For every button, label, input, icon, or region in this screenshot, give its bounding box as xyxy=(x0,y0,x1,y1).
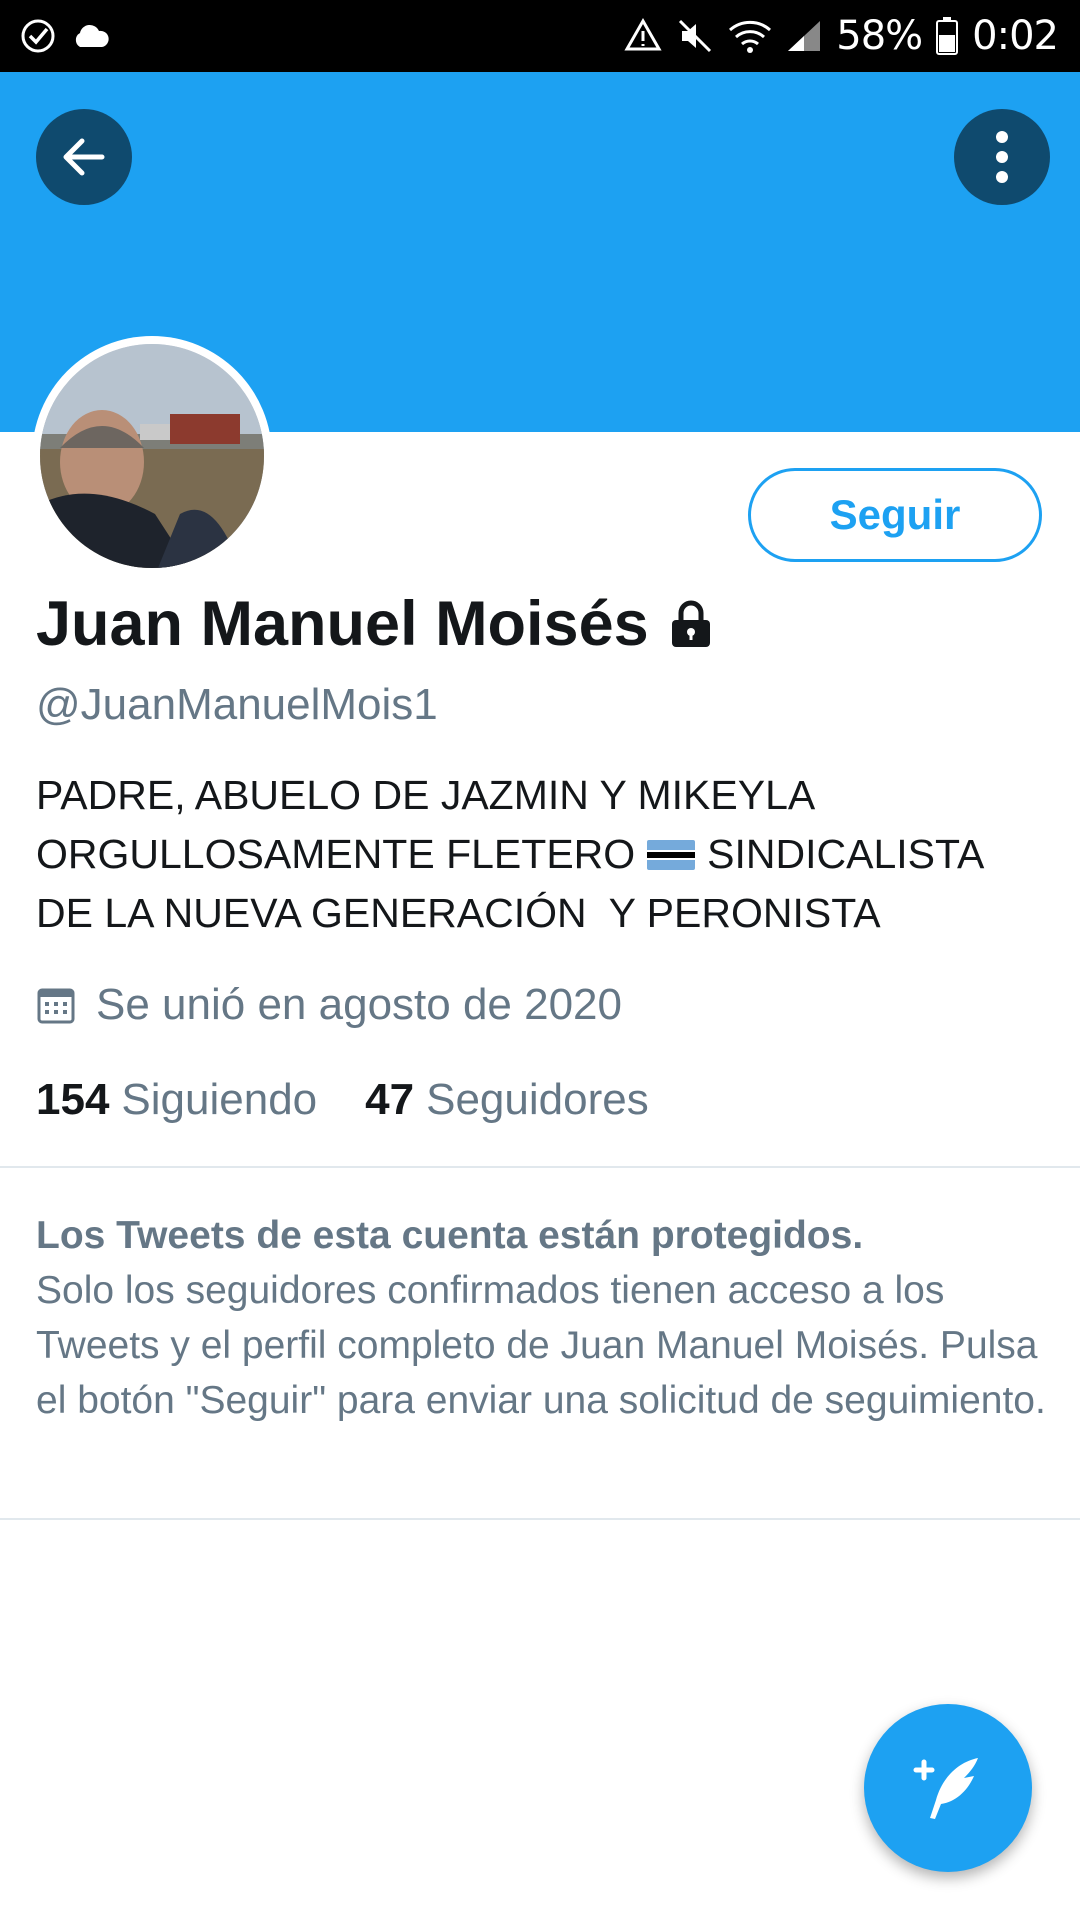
followers-label: Seguidores xyxy=(426,1075,649,1124)
protected-notice-title: Los Tweets de esta cuenta están protegid… xyxy=(36,1214,864,1257)
avatar[interactable] xyxy=(32,336,272,576)
battery-percent: 58% xyxy=(836,13,923,59)
wifi-icon xyxy=(729,20,772,53)
status-bar-left xyxy=(20,18,110,54)
lock-icon xyxy=(671,600,710,647)
arrow-left-icon xyxy=(63,138,105,176)
bio-line: PADRE, ABUELO DE JAZMIN Y MIKEYLA xyxy=(36,772,816,818)
following-label: Siguiendo xyxy=(121,1075,318,1124)
follow-button[interactable]: Seguir xyxy=(748,468,1042,562)
joined-date: Se unió en agosto de 2020 xyxy=(96,980,623,1029)
mute-icon xyxy=(679,19,712,53)
bio-line: ORGULLOSAMENTE FLETERO SINDICALISTA xyxy=(36,825,1046,884)
status-bar-right: 58% 0:02 xyxy=(624,13,1059,59)
bio-text: ORGULLOSAMENTE FLETERO xyxy=(36,831,636,877)
calendar-icon xyxy=(37,988,75,1024)
check-circle-icon xyxy=(21,19,55,53)
avatar-image xyxy=(40,344,264,568)
cloud-icon xyxy=(75,24,109,47)
battery-icon xyxy=(936,17,959,55)
bio-text: SINDICALISTA xyxy=(707,831,985,877)
compose-tweet-icon xyxy=(913,1758,978,1819)
followers-stat[interactable]: 47 Seguidores xyxy=(365,1075,649,1125)
divider xyxy=(0,1518,1080,1520)
signal-icon xyxy=(788,21,821,51)
avatar-photo xyxy=(40,344,264,568)
following-count: 154 xyxy=(36,1075,110,1124)
more-vertical-icon xyxy=(996,131,1008,183)
profile-bio: PADRE, ABUELO DE JAZMIN Y MIKEYLA ORGULL… xyxy=(36,766,1046,943)
profile-name: Juan Manuel Moisés xyxy=(36,589,649,659)
clock: 0:02 xyxy=(972,13,1059,59)
protected-tweets-notice: Los Tweets de esta cuenta están protegid… xyxy=(36,1208,1046,1428)
following-stat[interactable]: 154 Siguiendo xyxy=(36,1075,317,1125)
back-button[interactable] xyxy=(36,109,132,205)
divider xyxy=(0,1166,1080,1168)
profile-handle: @JuanManuelMois1 xyxy=(36,680,438,729)
bio-line: DE LA NUEVA GENERACIÓN Y PERONISTA xyxy=(36,890,881,936)
status-bar: 58% 0:02 xyxy=(0,0,1080,72)
compose-tweet-button[interactable] xyxy=(864,1704,1032,1872)
follow-stats: 154 Siguiendo 47 Seguidores xyxy=(36,1075,649,1125)
profile-name-row: Juan Manuel Moisés xyxy=(36,588,713,660)
data-saver-icon xyxy=(624,17,662,51)
followers-count: 47 xyxy=(365,1075,415,1124)
more-options-button[interactable] xyxy=(954,109,1050,205)
joined-date-row: Se unió en agosto de 2020 xyxy=(36,980,622,1030)
flag-emoji-icon xyxy=(647,839,696,870)
protected-notice-body: Solo los seguidores confirmados tienen a… xyxy=(36,1269,1046,1422)
